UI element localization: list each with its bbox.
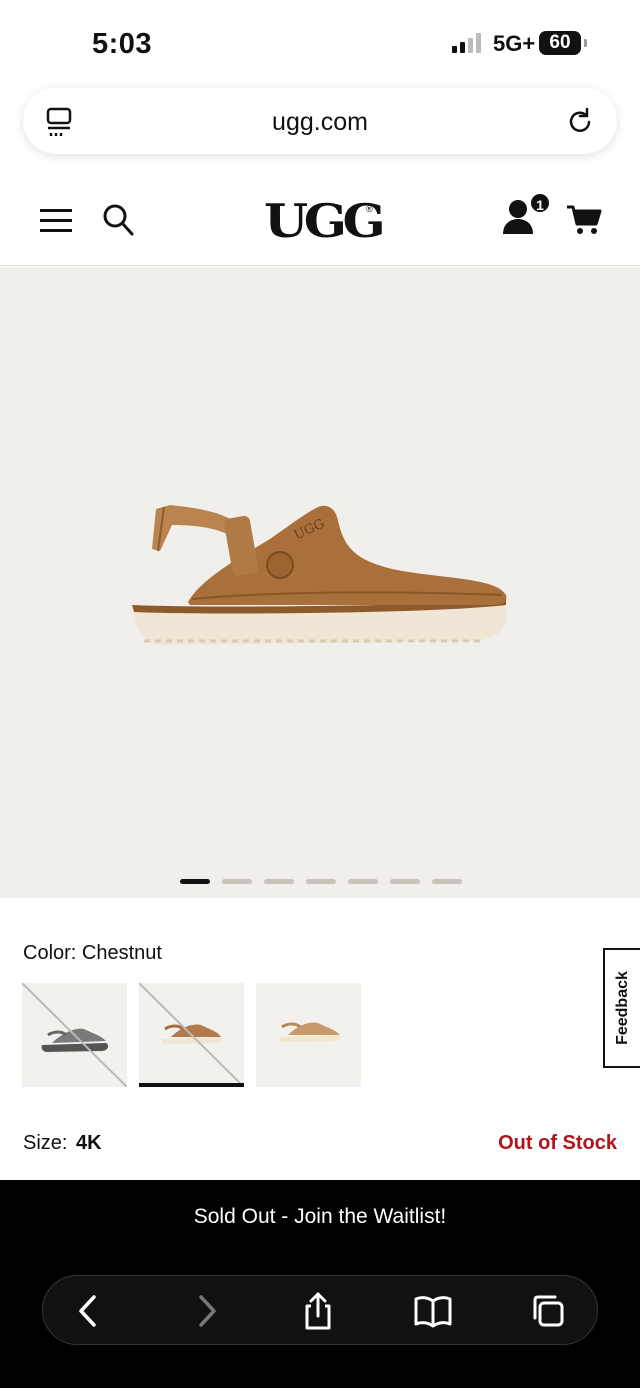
feedback-label: Feedback: [613, 971, 631, 1045]
color-label-prefix: Color:: [23, 942, 77, 964]
product-page: 5:03 5G+ 60 ugg.com UGG ® 1 UGG Color: C…: [0, 0, 640, 1388]
stock-status: Out of Stock: [498, 1132, 617, 1154]
account-notification-badge: 1: [529, 192, 551, 214]
share-icon[interactable]: [298, 1291, 338, 1331]
carousel-indicators[interactable]: [180, 879, 462, 885]
browser-toolbar: [42, 1275, 598, 1345]
address-bar[interactable]: ugg.com: [23, 88, 617, 154]
back-icon[interactable]: [69, 1291, 109, 1331]
forward-icon[interactable]: [186, 1291, 226, 1331]
carousel-dot[interactable]: [306, 879, 336, 884]
carousel-dot[interactable]: [264, 879, 294, 884]
battery-level: 60: [539, 31, 581, 55]
bookmarks-icon[interactable]: [413, 1291, 453, 1331]
search-icon[interactable]: [102, 203, 134, 237]
feedback-tab[interactable]: Feedback: [603, 948, 640, 1068]
size-label: Size:: [23, 1132, 68, 1154]
carousel-dot[interactable]: [180, 879, 210, 884]
url-text[interactable]: ugg.com: [23, 108, 617, 137]
shopping-cart-icon[interactable]: [566, 204, 602, 236]
reload-icon[interactable]: [565, 106, 595, 136]
status-bar: 5:03 5G+ 60: [0, 0, 640, 86]
carousel-dot[interactable]: [348, 879, 378, 884]
color-value: Chestnut: [81, 942, 162, 964]
battery-tip: [584, 39, 587, 47]
tabs-icon[interactable]: [528, 1291, 568, 1331]
size-value: 4K: [76, 1132, 102, 1154]
hamburger-menu-icon[interactable]: [40, 206, 72, 234]
color-swatches: [22, 983, 361, 1087]
logo-trademark: ®: [366, 204, 373, 214]
carousel-dot[interactable]: [222, 879, 252, 884]
swatch-chestnut[interactable]: [139, 983, 244, 1087]
signal-strength-icon: [452, 33, 481, 53]
swatch-grey[interactable]: [22, 983, 127, 1087]
carousel-dot[interactable]: [432, 879, 462, 884]
swatch-sand[interactable]: [256, 983, 361, 1087]
product-image-clog[interactable]: UGG: [130, 495, 510, 665]
product-image-gallery[interactable]: UGG: [0, 267, 640, 898]
bottom-area: Sold Out - Join the Waitlist!: [0, 1180, 640, 1388]
swatch-sand-image: [278, 1022, 341, 1042]
swatch-grey-image: [22, 983, 127, 1087]
swatch-chestnut-image: [139, 983, 244, 1087]
color-label: Color: Chestnut: [23, 942, 162, 965]
network-type: 5G+: [493, 31, 536, 56]
status-time: 5:03: [92, 28, 153, 60]
site-header: UGG ® 1: [0, 176, 640, 266]
ugg-logo[interactable]: UGG: [264, 194, 386, 248]
join-waitlist-button[interactable]: Sold Out - Join the Waitlist!: [0, 1180, 640, 1254]
carousel-dot[interactable]: [390, 879, 420, 884]
